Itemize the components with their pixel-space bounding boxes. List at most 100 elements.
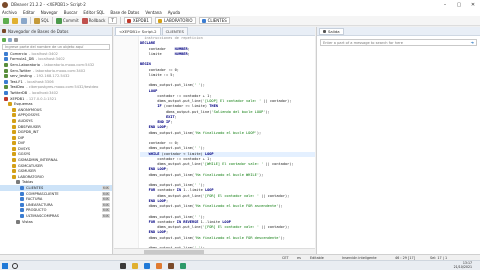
schema-value: LABORATORIO (163, 18, 193, 23)
tree-item-icon (20, 186, 24, 191)
tree-item-label: DVSYS (18, 146, 30, 151)
task-view-icon[interactable] (120, 263, 126, 269)
add-connection-icon[interactable] (2, 37, 6, 42)
menu-ayuda[interactable]: Ayuda (168, 10, 180, 15)
tree-item-label: GSMADMIN_INTERNAL (18, 158, 58, 163)
tree-item-icon (20, 197, 24, 202)
menu-archivo[interactable]: Archivo (2, 10, 17, 15)
tree-item-label: Vistas (22, 219, 33, 224)
edge-browser-icon[interactable] (144, 263, 150, 269)
tree-item-label: Comercio (10, 51, 27, 56)
navigator-filter-input[interactable]: Ingrese parte del nombre de un objeto aq… (2, 44, 110, 50)
clock-date: 21/10/2021 (453, 265, 472, 270)
menu-bar: Archivo Editar Navegar Buscar Editor SQL… (0, 9, 480, 16)
navigator-title: Navegador de Bases de Datos (8, 28, 69, 34)
commit-button[interactable]: Commit (55, 17, 79, 24)
tree-item-icon (12, 107, 16, 112)
tree-item-label: Formula1_DB (10, 57, 34, 62)
tree-item-icon (4, 74, 8, 79)
tree-item-detail: - localhost:3402 (29, 51, 58, 56)
active-object-selector[interactable]: CLIENTES (198, 17, 230, 24)
sql-editor[interactable]: instrucciones de repeticion DECLARE conta… (114, 36, 315, 254)
tree-item-label: LABORATORIO (18, 174, 44, 179)
tree-item-detail: - 127.0.0.1:1521 (26, 96, 57, 101)
sql-editor-button[interactable]: SQL (34, 17, 49, 24)
output-icon (323, 29, 326, 33)
tree-item-label: PRODUCTO (26, 208, 47, 213)
rollback-icon (81, 17, 88, 24)
tree-item-icon (20, 202, 24, 207)
menu-editar[interactable]: Editar (23, 10, 35, 15)
menu-base-de-datos[interactable]: Base de Datos (110, 10, 139, 15)
toolbar-separator (30, 17, 31, 24)
app-taskbar-icon[interactable] (180, 263, 186, 269)
sql-icon (34, 17, 40, 24)
tree-item-label: DIP (18, 135, 24, 140)
navigator-toolbar (0, 36, 112, 43)
tree-item-label: Esquemas (14, 102, 33, 107)
tree-item-detail: - localhost:3402 (29, 90, 59, 95)
table-size-badge: 64K (101, 186, 110, 191)
code-line[interactable]: dbms_output.put_line('[FOR] El contador … (140, 194, 315, 199)
rollback-button[interactable]: Rollback (81, 17, 105, 24)
transaction-mode-value: T (111, 18, 114, 23)
dbeaver-taskbar-icon[interactable] (168, 263, 174, 269)
code-area[interactable]: instrucciones de repeticion DECLARE conta… (140, 36, 315, 254)
maximize-button[interactable]: ▢ (452, 0, 466, 9)
windows-start-icon[interactable] (2, 263, 8, 269)
tree-item-label: LINEAFACTURA (26, 202, 53, 207)
file-explorer-icon[interactable] (132, 263, 138, 269)
os-taskbar: 13:17 21/10/2021 (0, 260, 480, 270)
tree-item-icon (12, 118, 16, 123)
tree-item-icon (12, 169, 16, 174)
tree-item-label: DVF (18, 141, 26, 146)
tree-item-icon (20, 191, 24, 196)
title-bar: DBeaver 21.2.2 - <XEPDB1> Script-2 – ▢ ✕ (0, 0, 480, 9)
main-toolbar: SQL Commit Rollback T XEPDB1 LABORATORIO… (0, 16, 480, 26)
navigator-tree: Comercio - localhost:3402 Formula1_DB - loc… (0, 51, 112, 224)
transaction-mode-selector[interactable]: T (108, 17, 117, 24)
tree-item-label: DBSFWUSER (18, 124, 41, 129)
database-navigator: Navegador de Bases de Datos Ingrese part… (0, 27, 113, 254)
schema-selector[interactable]: LABORATORIO (154, 17, 196, 24)
tree-item[interactable]: Vistas (0, 219, 112, 225)
tree-item-icon (20, 214, 24, 219)
output-panel: Salida Enter a part of a message to sear… (316, 27, 480, 254)
tree-item-label: Tablas (22, 180, 34, 185)
tree-item-icon (12, 152, 16, 157)
tree-item-icon (12, 163, 16, 168)
menu-ventana[interactable]: Ventana (145, 10, 161, 15)
tab-script-2[interactable]: <XEPDB1> Script-2 (115, 27, 161, 35)
output-search-input[interactable]: Enter a part of a message to search for … (320, 39, 477, 46)
tab-salida[interactable]: Salida (319, 27, 344, 35)
new-connection-icon[interactable] (3, 17, 9, 24)
toolbar-separator (51, 17, 53, 24)
filter-icon[interactable] (14, 37, 18, 42)
search-go-icon[interactable]: ➜ (471, 40, 474, 46)
tab-clientes[interactable]: CLIENTES (161, 27, 188, 35)
minimize-button[interactable]: – (438, 0, 452, 9)
refresh-icon[interactable] (8, 37, 12, 42)
commit-icon (55, 17, 62, 24)
open-folder-icon[interactable] (12, 17, 18, 24)
save-icon[interactable] (21, 17, 27, 24)
oracle-connection-icon (126, 18, 131, 23)
tree-item-icon (12, 113, 16, 118)
close-button[interactable]: ✕ (466, 0, 480, 9)
tree-item-icon (4, 90, 8, 95)
connection-selector[interactable]: XEPDB1 (123, 17, 152, 24)
menu-navegar[interactable]: Navegar (41, 10, 58, 15)
tree-item-icon (12, 124, 16, 129)
firefox-icon[interactable] (156, 263, 162, 269)
system-clock[interactable]: 13:17 21/10/2021 (454, 261, 472, 270)
tree-item-icon (4, 96, 8, 101)
menu-buscar[interactable]: Buscar (64, 10, 78, 15)
tree-item-label: APPQOSSYS (18, 113, 40, 118)
search-icon[interactable] (12, 263, 18, 269)
tree-item-icon (16, 180, 20, 185)
tree-item-label: serv_testing (10, 74, 32, 79)
menu-editor-sql[interactable]: Editor SQL (83, 10, 104, 15)
tree-item-label: TwitterDB (10, 90, 28, 95)
editor-tab-bar: <XEPDB1> Script-2 CLIENTES (114, 27, 315, 36)
tree-item-icon (8, 102, 12, 107)
